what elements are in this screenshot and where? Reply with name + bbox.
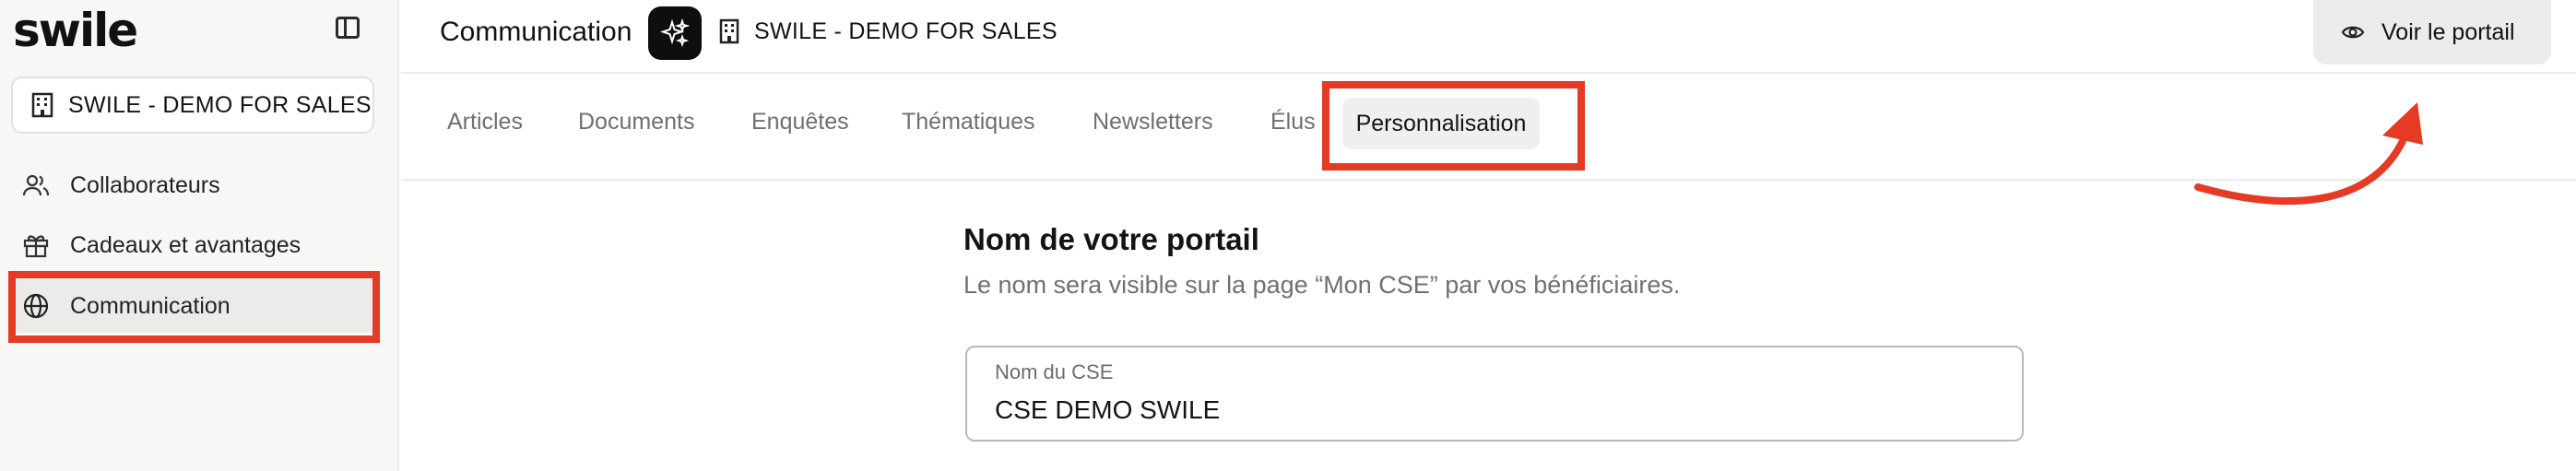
gift-icon — [23, 235, 49, 258]
sidebar-toggle-icon[interactable] — [336, 17, 360, 39]
sidebar-item-communication[interactable]: Communication — [9, 279, 380, 333]
users-icon — [22, 174, 50, 196]
tab-enquetes[interactable]: Enquêtes — [751, 109, 849, 135]
ai-sparkle-button[interactable] — [648, 6, 702, 60]
cse-name-field[interactable]: Nom du CSE CSE DEMO SWILE — [965, 346, 2024, 442]
annotation-arrow — [2194, 102, 2423, 206]
tab-newsletters[interactable]: Newsletters — [1093, 109, 1213, 135]
section-description: Le nom sera visible sur la page “Mon CSE… — [963, 271, 1681, 299]
company-selector-label: SWILE - DEMO FOR SALES — [68, 91, 372, 118]
top-header: Communication SWILE - DEMO FOR SALES — [401, 0, 2576, 74]
cse-name-value[interactable]: CSE DEMO SWILE — [995, 395, 1220, 425]
tab-elus[interactable]: Élus — [1270, 109, 1316, 135]
globe-icon — [23, 293, 49, 319]
sidebar-item-label: Cadeaux et avantages — [70, 231, 301, 258]
sidebar-item-collaborateurs[interactable]: Collaborateurs — [9, 159, 380, 212]
swile-logo[interactable]: swile — [13, 7, 138, 53]
tab-articles[interactable]: Articles — [447, 109, 523, 135]
cse-name-label: Nom du CSE — [995, 360, 1114, 383]
tab-documents[interactable]: Documents — [578, 109, 694, 135]
section-title: Nom de votre portail — [963, 222, 1259, 256]
tab-personnalisation[interactable]: Personnalisation — [1342, 98, 1540, 149]
view-portal-label: Voir le portail — [2381, 18, 2515, 45]
sidebar-item-label: Collaborateurs — [70, 171, 220, 198]
building-icon — [31, 92, 53, 118]
sidebar: swile SWILE - DEMO FOR SALES Collaborate… — [0, 0, 399, 471]
eye-icon — [2341, 26, 2365, 39]
tab-thematiques[interactable]: Thématiques — [902, 109, 1035, 135]
organization-name: SWILE - DEMO FOR SALES — [754, 18, 1058, 44]
company-selector[interactable]: SWILE - DEMO FOR SALES — [11, 77, 374, 134]
view-portal-button[interactable]: Voir le portail — [2313, 0, 2551, 65]
page-title: Communication — [440, 17, 632, 47]
sidebar-item-cadeaux[interactable]: Cadeaux et avantages — [9, 218, 380, 272]
sparkle-icon — [660, 18, 690, 48]
building-icon — [719, 18, 739, 44]
sidebar-item-label: Communication — [70, 292, 230, 319]
